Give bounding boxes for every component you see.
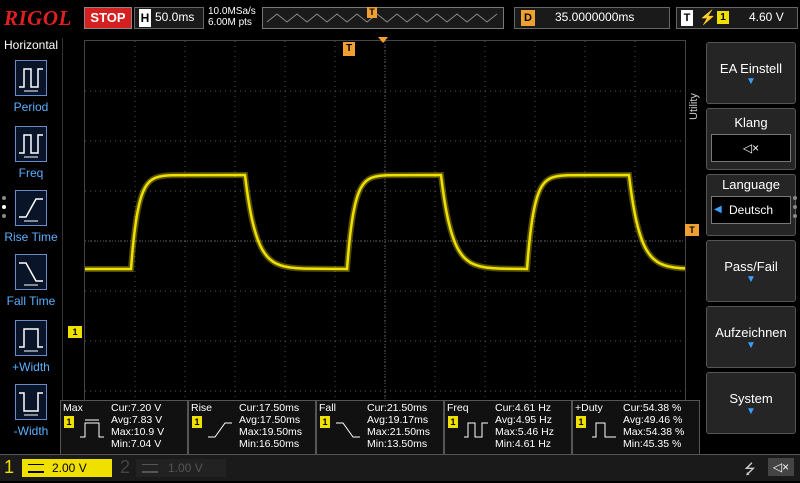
softkey-pass-fail[interactable]: Pass/Fail ▼ xyxy=(706,240,796,302)
trigger-level-marker[interactable]: T xyxy=(685,224,699,236)
delay-badge: D xyxy=(521,10,535,26)
trigger-position-marker[interactable]: T xyxy=(343,42,355,56)
fall-time-icon xyxy=(336,422,360,438)
measurement-freq[interactable]: Freq 1 Cur:4.61 Hz Avg:4.95 Hz Max:5.46 … xyxy=(444,400,572,456)
measure-rise-time-button[interactable]: Rise Time xyxy=(2,186,60,248)
dc-coupling-icon xyxy=(142,464,158,473)
channel-badge: 1 xyxy=(320,416,330,428)
channel1-label[interactable]: 1 xyxy=(4,457,14,478)
run-stop-status[interactable]: STOP xyxy=(84,7,132,29)
memory-overview-bar[interactable]: T xyxy=(262,7,504,29)
chevron-left-icon: ◀ xyxy=(714,204,722,215)
panel-title: Horizontal xyxy=(3,38,59,52)
measure-freq-button[interactable]: Freq xyxy=(2,122,60,184)
rise-time-icon xyxy=(15,190,47,226)
period-icon xyxy=(15,60,47,96)
horizontal-measure-panel: Horizontal Period Freq Rise Time Fall Ti… xyxy=(0,38,63,448)
measure-period-button[interactable]: Period xyxy=(2,56,60,118)
trigger-channel: 1 xyxy=(717,11,729,24)
channel-status-bar: 1 2.00 V 2 1.00 V ⭍ ◁× xyxy=(0,454,800,481)
channel1-scale[interactable]: 2.00 V xyxy=(22,459,112,477)
measure-negative-width-button[interactable]: -Width xyxy=(2,380,60,442)
measurement-max[interactable]: Max 1 Cur:7.20 V Avg:7.83 V Max:10.9 V M… xyxy=(60,400,188,456)
measurement-fall[interactable]: Fall 1 Cur:21.50ms Avg:19.17ms Max:21.50… xyxy=(316,400,444,456)
delay-arrow-icon xyxy=(378,37,388,43)
trigger-box[interactable]: T ⚡ 1 4.60 V xyxy=(676,7,798,29)
softkey-language[interactable]: Language ◀ Deutsch xyxy=(706,174,796,236)
measure-fall-time-button[interactable]: Fall Time xyxy=(2,250,60,312)
chevron-down-icon: ▼ xyxy=(746,340,756,351)
delay-value: 35.0000000ms xyxy=(555,10,635,24)
positive-width-icon xyxy=(15,320,47,356)
softkey-record[interactable]: Aufzeichnen ▼ xyxy=(706,306,796,368)
rise-time-icon xyxy=(208,422,232,438)
negative-width-icon xyxy=(15,384,47,420)
channel-badge: 1 xyxy=(448,416,458,428)
sample-rate: 10.0MSa/s xyxy=(208,6,256,17)
waveform-display[interactable] xyxy=(84,40,690,442)
memory-depth: 6.00M pts xyxy=(208,17,252,28)
brand-logo: RIGOL xyxy=(4,6,72,30)
chevron-down-icon: ▼ xyxy=(746,274,756,285)
measurement-positive-duty[interactable]: +Duty 1 Cur:54.38 % Avg:49.46 % Max:54.3… xyxy=(572,400,700,456)
speaker-mute-icon: ◁× xyxy=(711,134,791,162)
channel-badge: 1 xyxy=(192,416,202,428)
trigger-badge: T xyxy=(681,10,693,26)
dc-coupling-icon xyxy=(28,464,44,473)
usb-icon: ⭍ xyxy=(744,461,756,477)
memory-trigger-marker: T xyxy=(367,7,377,18)
channel-badge: 1 xyxy=(576,416,586,428)
softkey-system[interactable]: System ▼ xyxy=(706,372,796,434)
page-indicator-right xyxy=(793,196,799,226)
freq-icon xyxy=(464,422,488,438)
horizontal-badge: H xyxy=(139,9,151,27)
fall-time-icon xyxy=(15,254,47,290)
measure-positive-width-button[interactable]: +Width xyxy=(2,316,60,378)
channel1-offset-marker[interactable]: 1 xyxy=(68,326,82,338)
channel2-scale[interactable]: 1.00 V xyxy=(136,459,226,477)
language-value: ◀ Deutsch xyxy=(711,196,791,224)
top-status-bar: RIGOL STOP H 50.0ms 10.0MSa/s 6.00M pts … xyxy=(0,0,800,36)
measurement-rise[interactable]: Rise 1 Cur:17.50ms Avg:17.50ms Max:19.50… xyxy=(188,400,316,456)
timebase-box[interactable]: H 50.0ms xyxy=(134,7,204,29)
chevron-down-icon: ▼ xyxy=(746,76,756,87)
channel-badge: 1 xyxy=(64,416,74,428)
softkey-sound[interactable]: Klang ◁× xyxy=(706,108,796,170)
graticule xyxy=(85,41,690,441)
positive-duty-icon xyxy=(592,422,616,438)
rising-edge-icon: ⚡ xyxy=(699,9,717,25)
chevron-down-icon: ▼ xyxy=(746,406,756,417)
memory-waveform-preview xyxy=(266,13,498,23)
channel2-label[interactable]: 2 xyxy=(120,457,130,478)
acquisition-info: 10.0MSa/s 6.00M pts xyxy=(208,6,256,28)
timebase-value: 50.0ms xyxy=(155,10,195,24)
trigger-level: 4.60 V xyxy=(749,10,784,24)
sound-mute-icon[interactable]: ◁× xyxy=(768,458,794,476)
softkey-io-settings[interactable]: EA Einstell ▼ xyxy=(706,42,796,104)
page-indicator-left xyxy=(2,196,8,226)
utility-softkey-menu: EA Einstell ▼ Klang ◁× Language ◀ Deutsc… xyxy=(700,38,800,448)
delay-box[interactable]: D 35.0000000ms xyxy=(514,7,670,29)
freq-icon xyxy=(15,126,47,162)
max-icon xyxy=(80,419,104,438)
